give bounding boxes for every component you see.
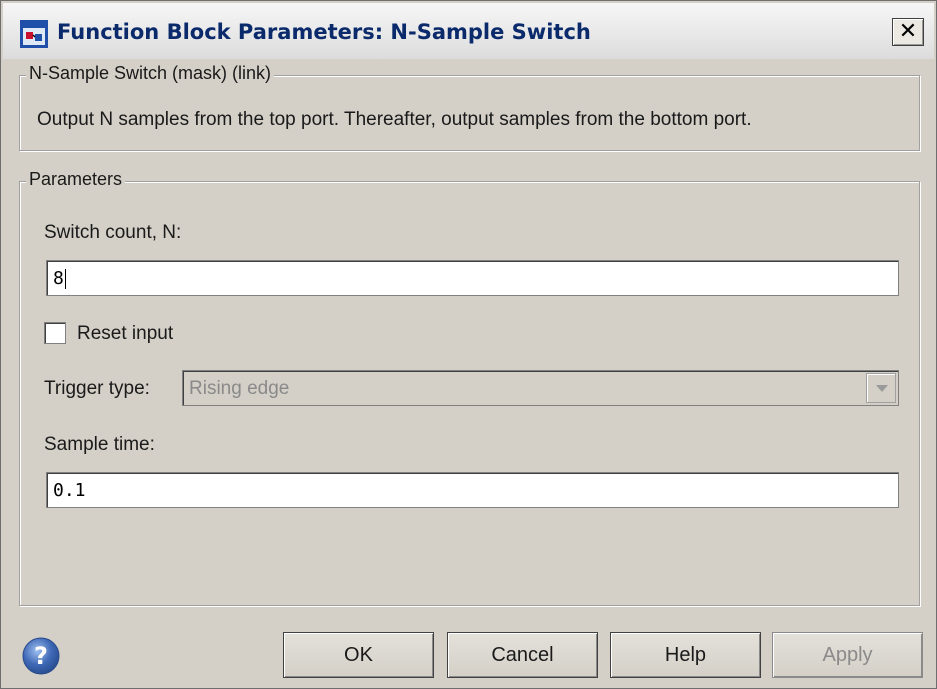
parameters-group: Parameters Switch count, N: 8 Reset inpu… (19, 169, 920, 606)
trigger-type-value: Rising edge (189, 378, 290, 399)
help-button[interactable]: Help (610, 632, 761, 678)
sample-time-input[interactable]: 0.1 (46, 472, 899, 508)
close-icon: ✕ (898, 19, 918, 44)
trigger-type-dropdown: Rising edge (182, 370, 899, 406)
switch-count-input[interactable]: 8 (46, 260, 899, 296)
ok-button[interactable]: OK (283, 632, 434, 678)
description-group-legend: N-Sample Switch (mask) (link) (26, 63, 275, 84)
block-description: Output N samples from the top port. Ther… (37, 109, 752, 130)
reset-input-label[interactable]: Reset input (77, 323, 173, 345)
help-icon[interactable]: ? (21, 636, 61, 676)
svg-text:?: ? (34, 642, 48, 670)
sample-time-label: Sample time: (44, 434, 155, 455)
switch-count-value: 8 (53, 268, 64, 289)
chevron-down-icon (866, 373, 896, 403)
text-caret (64, 269, 66, 289)
window-title: Function Block Parameters: N-Sample Swit… (57, 20, 591, 44)
description-group: N-Sample Switch (mask) (link) Output N s… (19, 63, 920, 151)
reset-input-checkbox[interactable] (44, 322, 66, 344)
simulink-block-icon (20, 20, 48, 48)
switch-count-label: Switch count, N: (44, 222, 182, 243)
parameters-group-legend: Parameters (26, 169, 126, 190)
apply-button[interactable]: Apply (772, 632, 923, 678)
cancel-button[interactable]: Cancel (447, 632, 598, 678)
trigger-type-label: Trigger type: (44, 378, 150, 399)
close-button[interactable]: ✕ (892, 18, 924, 46)
dialog-window: Function Block Parameters: N-Sample Swit… (0, 0, 937, 689)
title-bar[interactable]: Function Block Parameters: N-Sample Swit… (3, 3, 934, 59)
